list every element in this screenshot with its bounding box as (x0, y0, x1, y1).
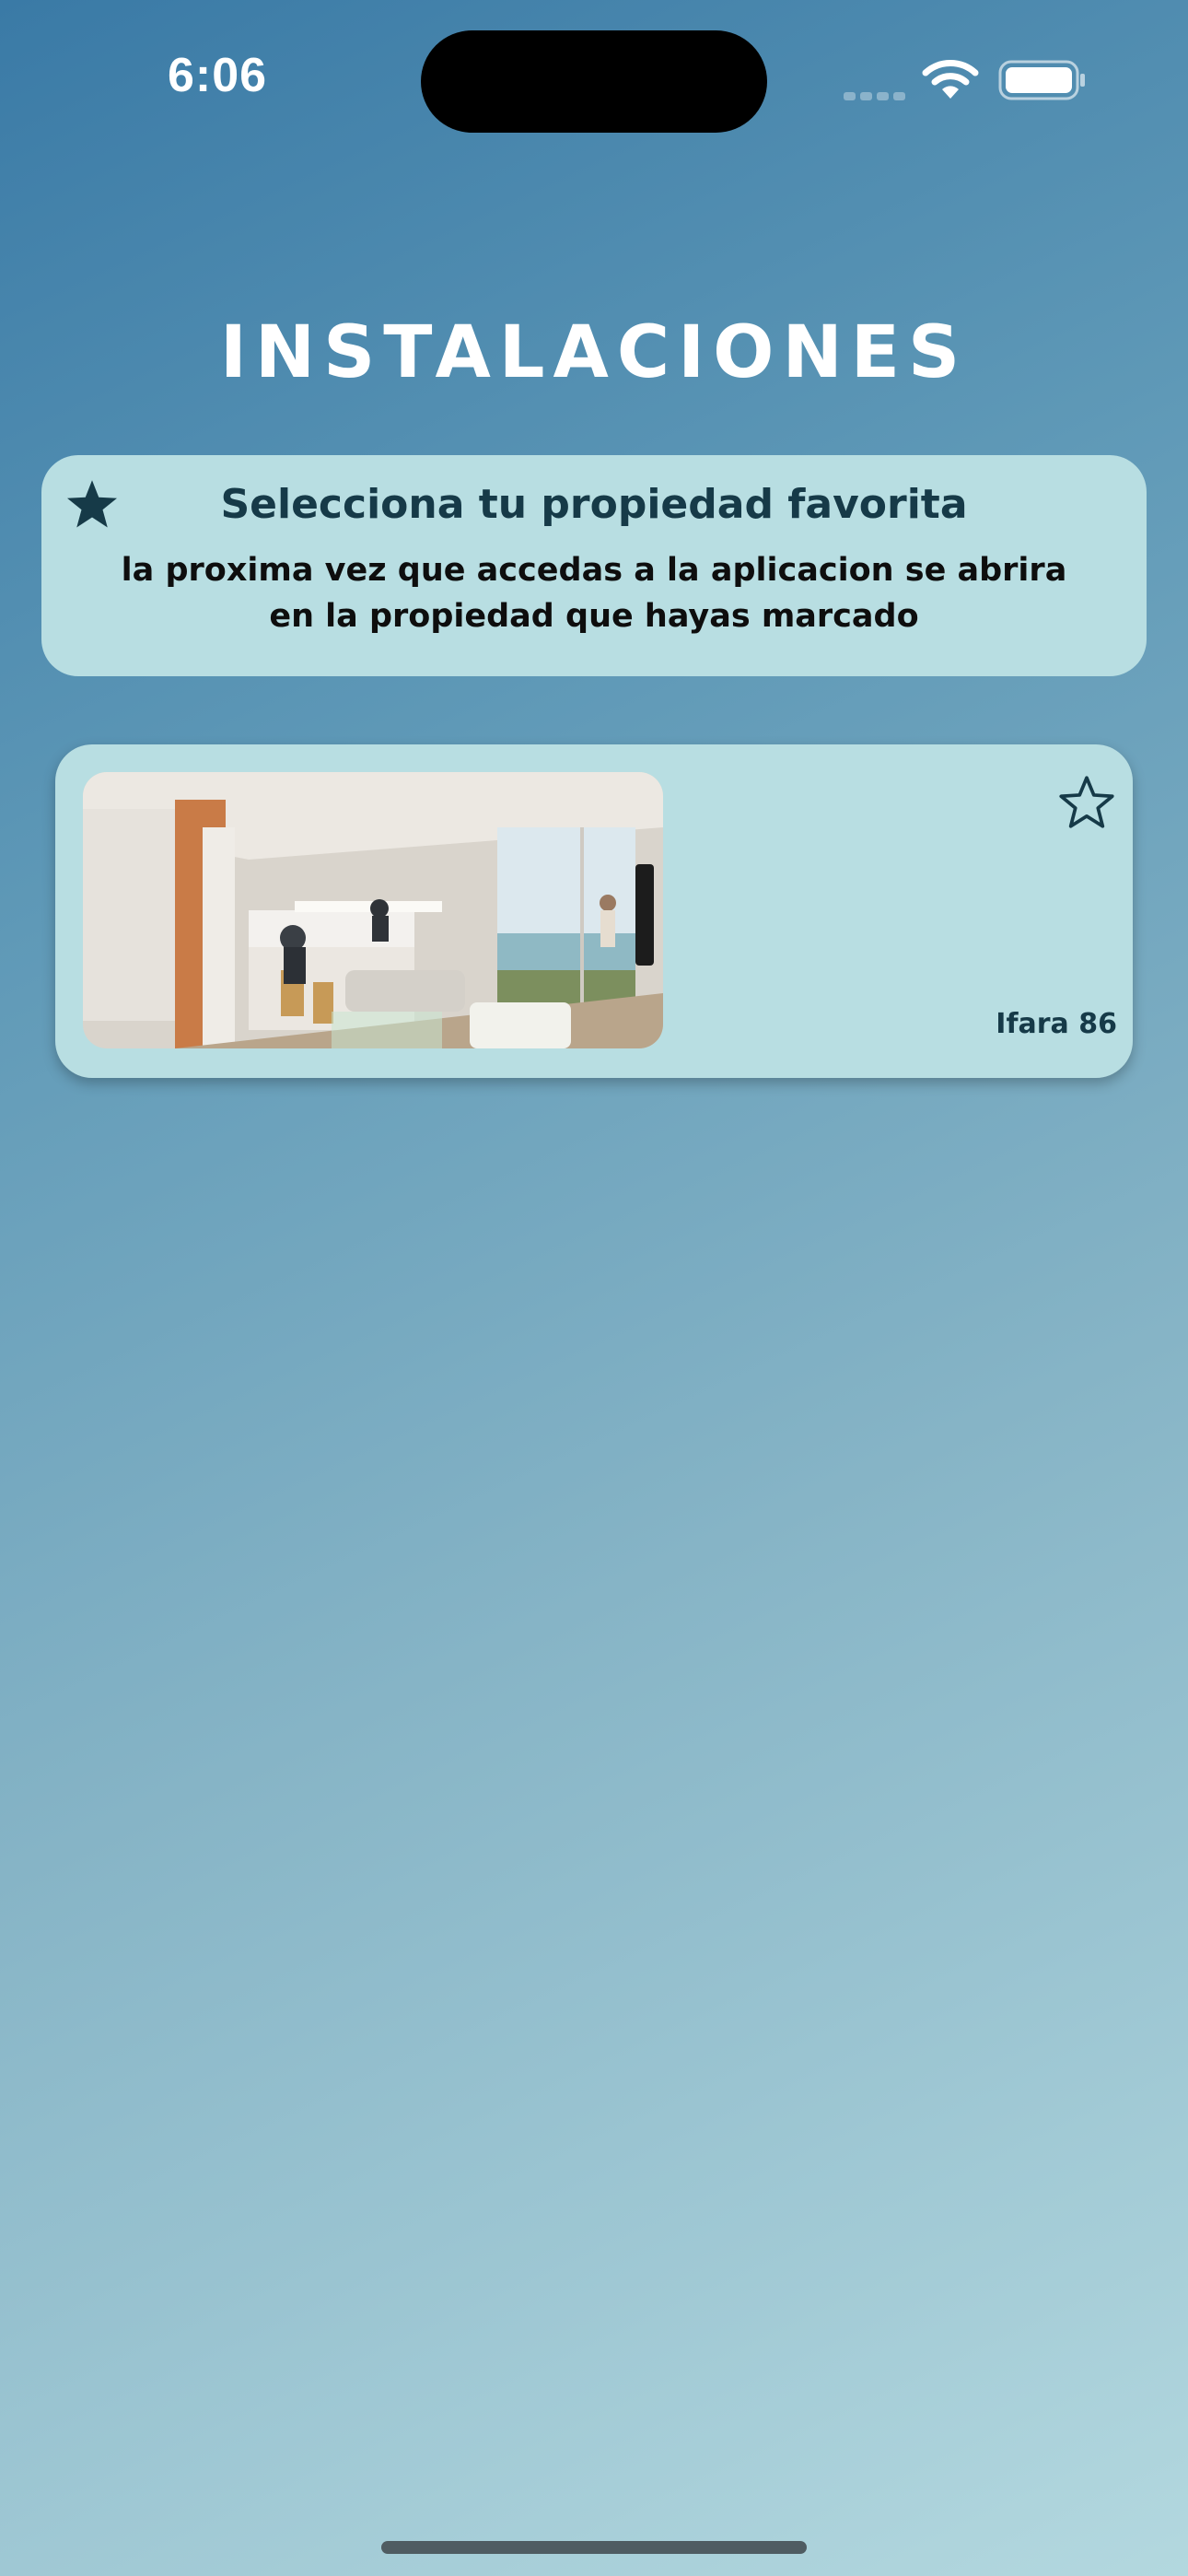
property-image (83, 772, 663, 1048)
property-name: Ifara 86 (996, 1008, 1117, 1040)
property-card[interactable]: Ifara 86 (55, 744, 1133, 1078)
cellular-signal-icon (844, 87, 910, 104)
dynamic-island (421, 30, 767, 133)
info-description: la proxima vez que accedas a la aplicaci… (121, 552, 1067, 635)
status-time: 6:06 (168, 49, 268, 102)
battery-icon (998, 60, 1085, 100)
star-outline-icon[interactable] (1057, 774, 1116, 833)
favorite-info-card: Selecciona tu propiedad favorita la prox… (41, 455, 1147, 676)
wifi-icon (922, 60, 979, 99)
info-heading: Selecciona tu propiedad favorita (220, 481, 968, 528)
page-title: INSTALACIONES (219, 311, 969, 394)
home-indicator[interactable] (381, 2541, 807, 2554)
